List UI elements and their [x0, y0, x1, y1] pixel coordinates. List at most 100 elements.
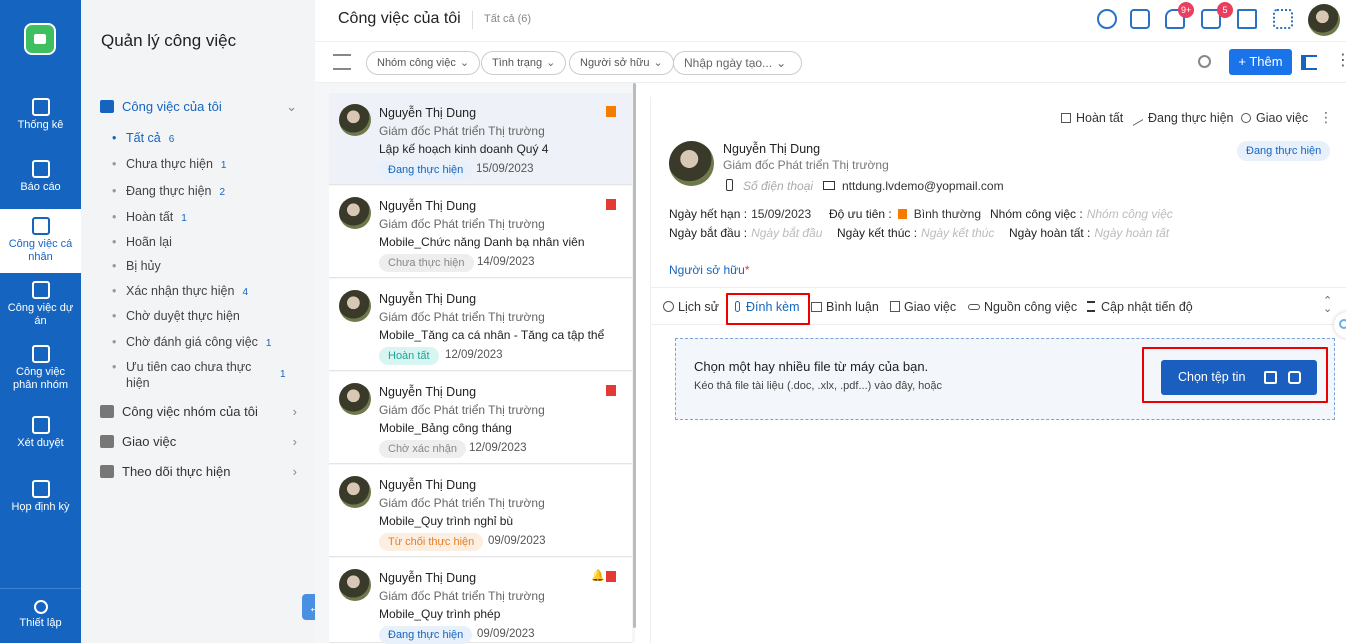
- task-card[interactable]: Nguyễn Thị Dung Giám đốc Phát triển Thị …: [329, 558, 632, 644]
- report-icon: [31, 160, 50, 178]
- in-progress-action-button[interactable]: Đang thực hiện: [1133, 110, 1234, 126]
- end-date-field: Ngày kết thúc : Ngày kết thúc: [837, 226, 995, 240]
- more-vertical-icon[interactable]: ⋮: [1319, 109, 1333, 126]
- tab-highlight: [726, 293, 810, 325]
- rail-item-reports[interactable]: Báo cáo: [0, 160, 81, 194]
- sidebar-subitem-all[interactable]: Tất cả6: [112, 130, 286, 148]
- task-card[interactable]: Nguyễn Thị Dung Giám đốc Phát triển Thị …: [329, 279, 632, 371]
- rail-item-settings[interactable]: Thiết lập: [0, 600, 81, 630]
- rail-item-meetings[interactable]: Họp định kỳ: [0, 480, 81, 514]
- sidebar-group-my-tasks[interactable]: Công việc của tôi ⌄: [100, 99, 305, 114]
- home-icon[interactable]: [1237, 9, 1257, 29]
- email-icon: [823, 181, 835, 190]
- chevron-down-icon: ⌄: [776, 56, 787, 70]
- task-card[interactable]: Nguyễn Thị Dung Giám đốc Phát triển Thị …: [329, 186, 632, 278]
- sidebar-subitem-cancelled[interactable]: Bị hủy: [112, 258, 286, 276]
- filter-created-date[interactable]: Nhập ngày tạo... ⌄: [673, 51, 802, 75]
- filter-task-group[interactable]: Nhóm công việc ⌄: [366, 51, 481, 75]
- status-badge: Đang thực hiện: [1237, 141, 1331, 161]
- complete-action-button[interactable]: Hoàn tất: [1061, 111, 1123, 125]
- sidebar-subitem-high-priority[interactable]: Ưu tiên cao chưa thực hiện1: [112, 359, 286, 391]
- task-list: Nguyễn Thị Dung Giám đốc Phát triển Thị …: [315, 83, 635, 644]
- flag-icon: [897, 209, 907, 219]
- task-owner-role: Giám đốc Phát triển Thị trường: [379, 124, 545, 138]
- user-add-icon: [1241, 113, 1251, 123]
- tab-task-source[interactable]: Nguồn công việc: [968, 300, 1077, 314]
- sidebar-subitem-await-review[interactable]: Chờ đánh giá công việc1: [112, 334, 286, 352]
- sidebar-subitem-confirm[interactable]: Xác nhận thực hiện4: [112, 283, 286, 301]
- calendar-icon: [31, 480, 50, 498]
- trend-icon: [1133, 110, 1143, 126]
- user-avatar[interactable]: [1308, 4, 1340, 36]
- sidebar-title: Quản lý công việc: [101, 31, 237, 50]
- more-vertical-icon[interactable]: ⋮: [1335, 52, 1346, 70]
- sidebar-subitem-await-approval[interactable]: Chờ duyệt thực hiện: [112, 308, 286, 326]
- rail-item-project-tasks[interactable]: Công việc dự án: [0, 281, 81, 328]
- task-card[interactable]: Nguyễn Thị Dung Giám đốc Phát triển Thị …: [329, 93, 632, 185]
- search-icon[interactable]: [1198, 55, 1211, 68]
- sidebar-subitem-postponed[interactable]: Hoãn lại: [112, 234, 286, 252]
- help-icon: [1339, 319, 1346, 329]
- add-button[interactable]: + Thêm: [1229, 49, 1292, 75]
- chevron-down-icon: ⌄: [459, 57, 470, 69]
- sidebar: Quản lý công việc Công việc của tôi⌄ Tất…: [81, 0, 315, 643]
- avatar: [339, 197, 371, 229]
- task-card[interactable]: Nguyễn Thị Dung Giám đốc Phát triển Thị …: [329, 372, 632, 464]
- task-owner-name: Nguyễn Thị Dung: [379, 571, 477, 585]
- document-icon[interactable]: [1130, 9, 1150, 29]
- group-task-icon: [31, 345, 50, 363]
- task-owner-name: Nguyễn Thị Dung: [379, 385, 477, 399]
- expand-collapse-icon[interactable]: ⌃ ⌄: [1323, 296, 1332, 315]
- deadline-field: Ngày hết hạn :15/09/2023: [669, 207, 812, 221]
- rail-item-approval[interactable]: Xét duyệt: [0, 416, 81, 450]
- task-title: Mobile_Bảng công tháng: [379, 421, 512, 435]
- rail-item-personal-tasks[interactable]: Công việc cá nhân: [0, 209, 81, 273]
- rail-item-statistics[interactable]: Thống kê: [0, 98, 81, 132]
- list-view-icon[interactable]: [1301, 55, 1317, 70]
- filter-settings-icon[interactable]: [333, 54, 351, 70]
- sidebar-group-follow[interactable]: Theo dõi thực hiện ›: [100, 464, 305, 479]
- tab-comments[interactable]: Bình luận: [811, 300, 879, 314]
- chevron-down-icon: ⌄: [286, 99, 297, 114]
- task-group-field: Nhóm công việc : Nhóm công việc: [990, 207, 1173, 221]
- filter-owner[interactable]: Người sở hữu ⌄: [569, 51, 674, 75]
- task-owner-role: Giám đốc Phát triển Thị trường: [379, 496, 545, 510]
- user-add-icon: [100, 435, 114, 448]
- task-card[interactable]: Nguyễn Thị Dung Giám đốc Phát triển Thị …: [329, 465, 632, 557]
- chat-icon[interactable]: [1097, 9, 1117, 29]
- tab-history[interactable]: Lịch sử: [663, 300, 719, 314]
- apps-grid-icon[interactable]: [1273, 9, 1293, 29]
- task-date: 09/09/2023: [488, 535, 546, 547]
- users-icon: [100, 465, 114, 478]
- task-title: Mobile_Quy trình nghỉ bù: [379, 514, 514, 528]
- sidebar-subitem-not-started[interactable]: Chưa thực hiện1: [112, 156, 286, 174]
- sidebar-group-team-tasks[interactable]: Công việc nhóm của tôi ›: [100, 404, 305, 419]
- personal-task-icon: [31, 217, 50, 235]
- task-date: 09/09/2023: [477, 628, 535, 640]
- filter-status[interactable]: Tình trạng ⌄: [481, 51, 567, 75]
- tab-progress-update[interactable]: Cập nhật tiến độ: [1087, 300, 1193, 314]
- comment-icon: [811, 302, 822, 312]
- task-date: 12/09/2023: [445, 349, 503, 361]
- sidebar-subitem-in-progress[interactable]: Đang thực hiện2: [112, 183, 286, 201]
- assign-action-button[interactable]: Giao việc: [1241, 111, 1308, 125]
- notification-badge: 9+: [1178, 2, 1195, 18]
- tab-assign[interactable]: Giao việc: [890, 300, 956, 314]
- chevron-right-icon: ›: [292, 434, 297, 449]
- sidebar-group-assign[interactable]: Giao việc ›: [100, 434, 305, 449]
- task-title: Lập kế hoạch kinh doanh Quý 4: [379, 142, 549, 156]
- task-owner-role: Giám đốc Phát triển Thị trường: [379, 403, 545, 417]
- avatar: [669, 141, 714, 186]
- sidebar-subitem-completed[interactable]: Hoàn tất1: [112, 209, 286, 227]
- flag-icon: [606, 385, 616, 396]
- status-badge: Đang thực hiện: [379, 161, 473, 179]
- avatar: [339, 569, 371, 601]
- rail-item-group-tasks[interactable]: Công việc phân nhóm: [0, 345, 81, 392]
- task-owner-name: Nguyễn Thị Dung: [379, 106, 477, 120]
- flag-icon: [606, 571, 616, 582]
- status-badge: Từ chối thực hiện: [379, 533, 484, 551]
- app-logo[interactable]: [24, 23, 56, 55]
- chevron-right-icon: ›: [292, 464, 297, 479]
- task-owner-role: Giám đốc Phát triển Thị trường: [379, 589, 545, 603]
- list-scrollbar[interactable]: [633, 83, 636, 628]
